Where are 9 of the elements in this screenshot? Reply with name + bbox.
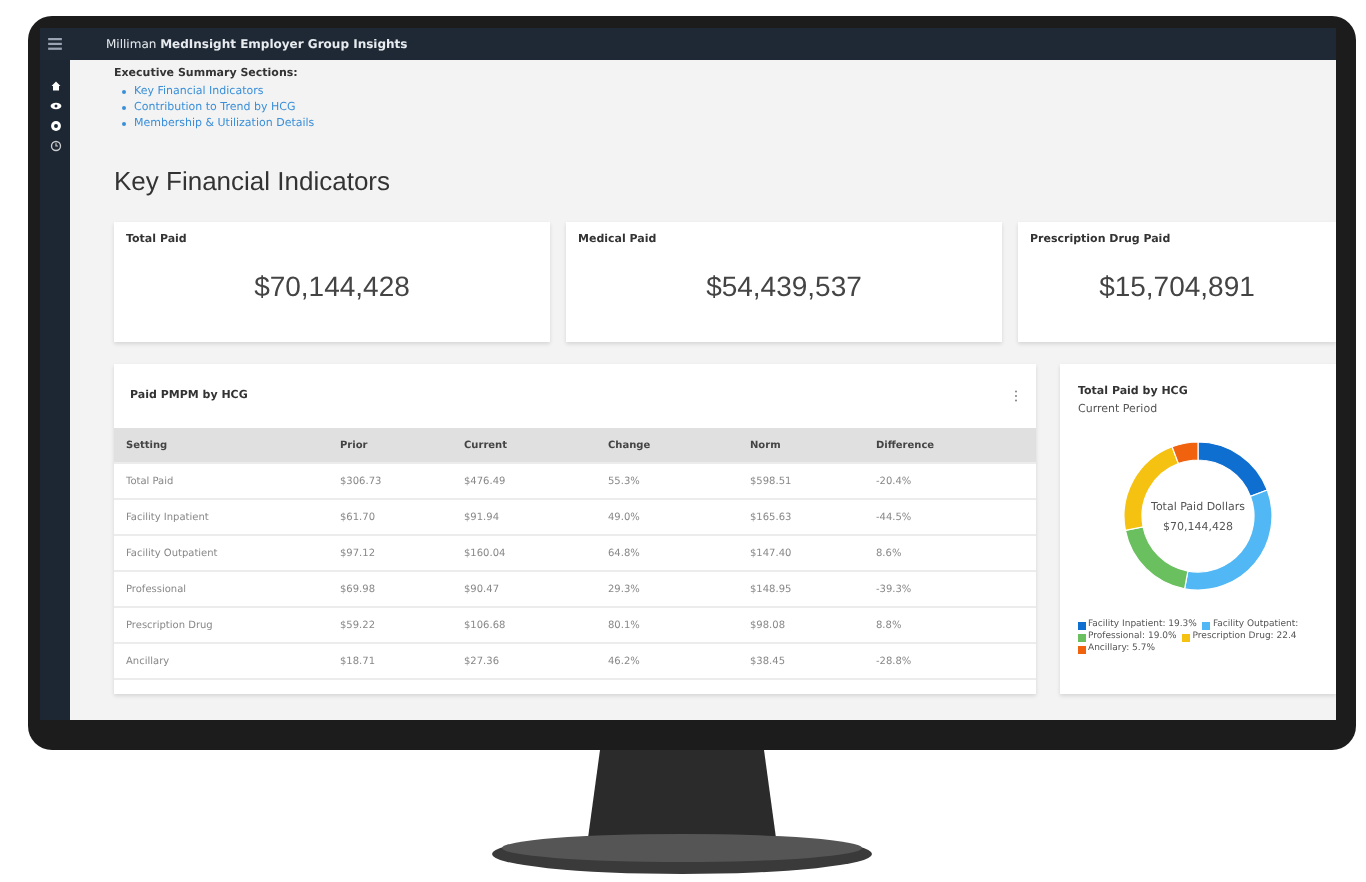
page-title: Key Financial Indicators — [114, 166, 393, 196]
settings-icon[interactable] — [49, 120, 61, 132]
eye-icon[interactable] — [49, 100, 61, 112]
menu-icon[interactable] — [48, 38, 62, 50]
home-icon[interactable] — [49, 80, 61, 92]
kpi-value: $15,704,891 — [1097, 270, 1257, 302]
kpi-value: $70,144,428 — [252, 270, 412, 302]
clock-icon[interactable] — [49, 140, 61, 152]
kpi-value: $54,439,537 — [704, 270, 864, 302]
